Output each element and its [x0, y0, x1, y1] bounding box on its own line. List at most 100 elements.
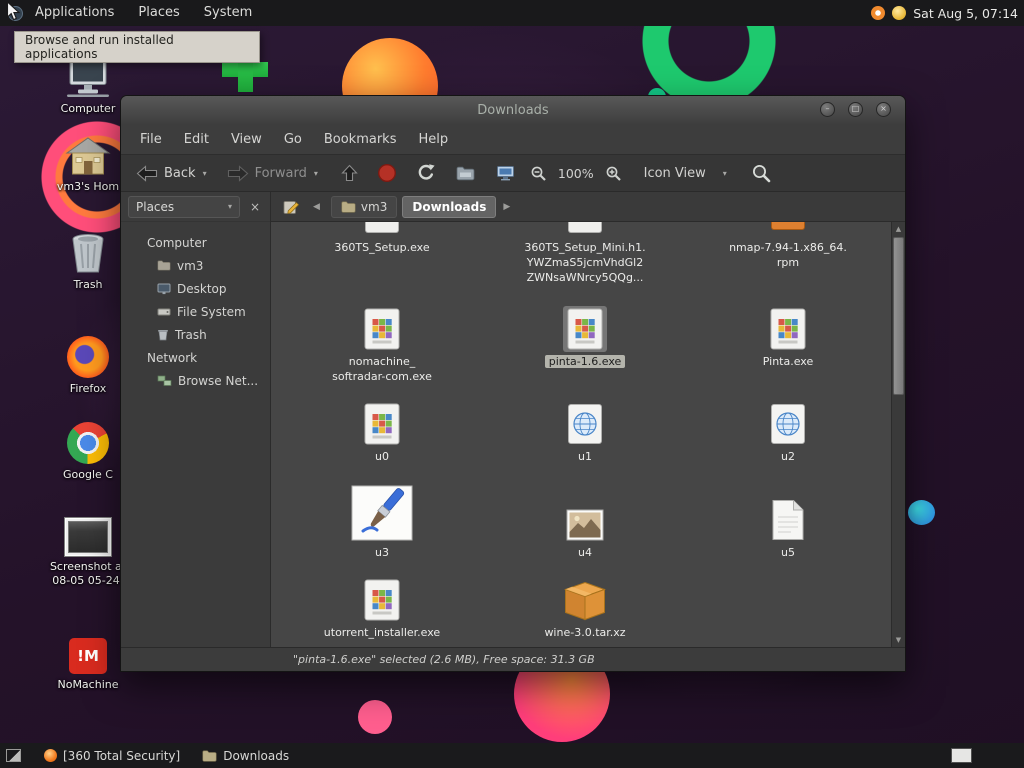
network-small-icon — [157, 375, 172, 387]
menu-edit[interactable]: Edit — [173, 132, 220, 147]
nomachine-icon: !M — [69, 638, 107, 674]
scrollbar-thumb[interactable] — [893, 237, 904, 395]
pathbar: ◀ vm3 Downloads ▶ — [271, 192, 905, 222]
chrome-icon — [67, 422, 109, 464]
desktop-icon-google-c[interactable]: Google C — [44, 418, 132, 482]
content-pane: ◀ vm3 Downloads ▶ 360TS_Setup.exe 360TS_Se… — [271, 192, 905, 647]
workspace-switcher[interactable] — [951, 748, 972, 763]
menubar: File Edit View Go Bookmarks Help — [121, 124, 905, 154]
installer-icon — [360, 306, 404, 352]
taskbar-items: [360 Total Security] Downloads — [33, 743, 300, 768]
menu-go[interactable]: Go — [273, 132, 313, 147]
file-utorrent-installer-exe[interactable]: utorrent_installer.exe — [287, 571, 477, 640]
desktop-screen: Applications Places System Sat Aug 5, 07:1… — [0, 0, 1024, 768]
menu-view[interactable]: View — [220, 132, 273, 147]
up-button[interactable] — [341, 164, 358, 182]
zoom-in-button[interactable] — [605, 165, 622, 182]
task-downloads[interactable]: Downloads — [191, 743, 300, 768]
scroll-up-icon[interactable]: ▲ — [892, 222, 905, 236]
workspace-1[interactable] — [951, 748, 972, 763]
image-thumbnail-icon — [562, 507, 608, 543]
menu-help[interactable]: Help — [407, 132, 459, 147]
desktop-icon-nomachine[interactable]: !M NoMachine — [44, 628, 132, 692]
paintbrush-thumbnail-icon — [347, 483, 417, 543]
folder-icon — [341, 201, 356, 213]
path-scroll-left-icon[interactable]: ◀ — [310, 202, 323, 212]
file-nmap-7-94-1-x86-64[interactable]: nmap-7.94-1.x86_64. rpm — [693, 222, 883, 270]
globe-icon — [766, 401, 810, 447]
file-u5[interactable]: u5 — [693, 473, 883, 560]
file-u1[interactable]: u1 — [490, 395, 680, 464]
stop-button[interactable] — [377, 163, 397, 183]
home-folder-button[interactable] — [456, 166, 475, 181]
file-u0[interactable]: u0 — [287, 395, 477, 464]
sidebar-item-vm3[interactable]: vm3 — [121, 254, 270, 277]
window-controls: – □ × — [820, 102, 891, 117]
refresh-button[interactable] — [416, 163, 436, 183]
task-360-total-security[interactable]: [360 Total Security] — [33, 743, 191, 768]
forward-dropdown-icon[interactable]: ▾ — [314, 169, 318, 178]
sidebar-item-desktop[interactable]: Desktop — [121, 277, 270, 300]
clock[interactable]: Sat Aug 5, 07:14 — [913, 6, 1018, 21]
computer-icon — [65, 58, 111, 98]
360-security-tray-icon[interactable] — [871, 6, 886, 20]
back-button[interactable]: Back ▾ — [129, 162, 214, 185]
view-mode-select[interactable]: Icon View ▾ — [636, 163, 735, 184]
panel-menu-applications[interactable]: Applications — [23, 0, 126, 26]
back-icon — [136, 164, 158, 182]
file-u4[interactable]: u4 — [490, 473, 680, 560]
notifier-tray-icon[interactable] — [892, 6, 907, 20]
path-scroll-right-icon[interactable]: ▶ — [500, 202, 513, 212]
package-icon — [560, 579, 610, 623]
installer-icon — [360, 401, 404, 447]
screenshot-icon — [65, 518, 111, 556]
minimize-button[interactable]: – — [820, 102, 835, 117]
titlebar[interactable]: Downloads – □ × — [121, 96, 905, 124]
vertical-scrollbar[interactable]: ▲ ▼ — [891, 222, 905, 647]
desktop-icon-firefox[interactable]: Firefox — [44, 332, 132, 396]
folder-small-icon — [157, 260, 171, 271]
desktop-icon-trash[interactable]: Trash — [44, 228, 132, 292]
panel-tray: Sat Aug 5, 07:14 — [871, 6, 1024, 21]
menu-bookmarks[interactable]: Bookmarks — [313, 132, 408, 147]
file-wine-3-0-tar-xz[interactable]: wine-3.0.tar.xz — [490, 571, 680, 640]
show-desktop-button[interactable] — [6, 749, 21, 762]
file-360ts-setup-mini-h1[interactable]: 360TS_Setup_Mini.h1. YWZmaS5jcmVhdGl2 ZW… — [490, 222, 680, 285]
edit-location-button[interactable] — [283, 199, 300, 215]
menu-file[interactable]: File — [129, 132, 173, 147]
panel-menu-system[interactable]: System — [192, 0, 264, 26]
file-pinta-1-6-exe[interactable]: pinta-1.6.exe — [490, 300, 680, 369]
places-combo[interactable]: Places ▾ — [128, 195, 240, 218]
maximize-button[interactable]: □ — [848, 102, 863, 117]
pathbar-button-downloads[interactable]: Downloads — [402, 195, 497, 218]
close-button[interactable]: × — [876, 102, 891, 117]
sidebar-item-browse-net[interactable]: Browse Net... — [121, 369, 270, 392]
panel-menus: Applications Places System — [23, 0, 264, 26]
sidebar-close-button[interactable]: × — [250, 200, 260, 214]
file-u3[interactable]: u3 — [287, 473, 477, 560]
scroll-down-icon[interactable]: ▼ — [892, 633, 905, 647]
file-nomachine[interactable]: nomachine_ softradar-com.exe — [287, 300, 477, 384]
file-360ts-setup-exe[interactable]: 360TS_Setup.exe — [287, 222, 477, 255]
desktop-icon-screenshot-at[interactable]: Screenshot at 08-05 05-24- — [44, 510, 132, 588]
sidebar-item-file-system[interactable]: File System — [121, 300, 270, 323]
top-panel: Applications Places System Sat Aug 5, 07:1… — [0, 0, 1024, 26]
search-button[interactable] — [751, 163, 771, 183]
forward-icon — [227, 164, 249, 182]
computer-button[interactable] — [496, 165, 515, 181]
panel-menu-places[interactable]: Places — [126, 0, 191, 26]
back-dropdown-icon[interactable]: ▾ — [203, 169, 207, 178]
desktop-icon-vm3-s-hom[interactable]: vm3's Hom — [44, 130, 132, 194]
file-u2[interactable]: u2 — [693, 395, 883, 464]
file-pinta-exe[interactable]: Pinta.exe — [693, 300, 883, 369]
bottom-panel: [360 Total Security] Downloads — [0, 743, 1024, 768]
pathbar-button-vm3[interactable]: vm3 — [330, 195, 398, 218]
trash-icon — [67, 232, 109, 274]
sidebar-item-trash[interactable]: Trash — [121, 323, 270, 346]
file-grid: 360TS_Setup.exe 360TS_Setup_Mini.h1. YWZm… — [271, 222, 891, 647]
sidebar-tree: Computer vm3 Desktop File System Trash Networ… — [121, 222, 270, 392]
sidebar-item-network[interactable]: Network — [121, 346, 270, 369]
zoom-out-button[interactable] — [530, 165, 547, 182]
sidebar-item-computer[interactable]: Computer — [121, 231, 270, 254]
forward-button[interactable]: Forward ▾ — [220, 162, 325, 185]
